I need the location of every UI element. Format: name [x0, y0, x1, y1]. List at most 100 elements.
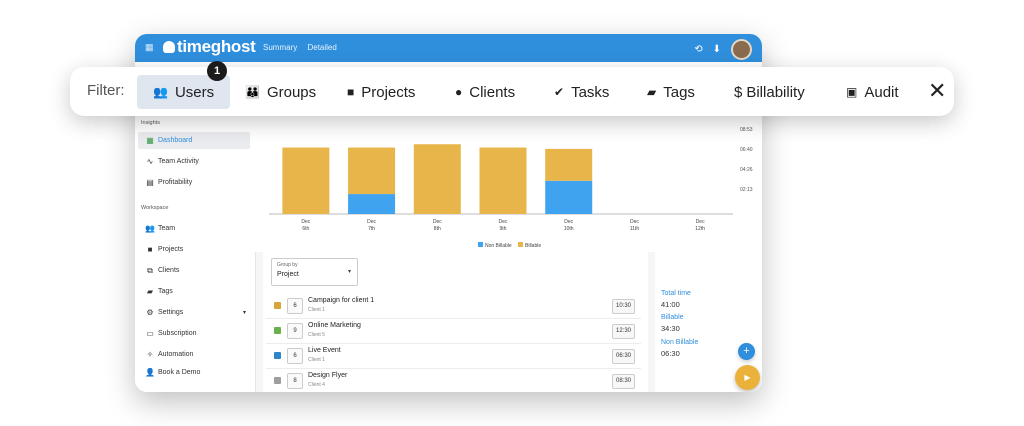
users-icon: 👥 — [153, 85, 168, 99]
legend-swatch — [478, 242, 483, 247]
sidebar-item-book-demo[interactable]: 👤 Book a Demo — [138, 364, 250, 381]
nonbillable-value: 06:30 — [661, 349, 680, 358]
project-color-swatch — [274, 327, 281, 334]
ghost-logo-icon — [163, 41, 175, 53]
legend-swatch — [518, 242, 523, 247]
total-time-label: Total time — [661, 290, 691, 297]
top-nav: Summary Detailed — [263, 43, 345, 52]
clients-icon: ⧉ — [147, 265, 153, 275]
sidebar-item-profitability[interactable]: ▤ Profitability — [138, 174, 250, 191]
x-tick-label: Dec — [564, 219, 573, 225]
add-button[interactable]: + — [738, 343, 755, 360]
filter-audit[interactable]: ▣ Audit — [846, 75, 899, 109]
x-tick-label: Dec — [630, 219, 639, 225]
sidebar-item-team-activity[interactable]: ∿ Team Activity — [138, 153, 250, 170]
nav-detailed[interactable]: Detailed — [307, 43, 336, 52]
filter-billability[interactable]: $ Billability — [734, 75, 805, 109]
legend-label: Billable — [525, 243, 541, 249]
nav-summary[interactable]: Summary — [263, 43, 297, 52]
monitor-icon: ▭ — [146, 329, 154, 338]
filter-clients[interactable]: ● Clients — [455, 75, 515, 109]
y-tick-label: 02:13 — [740, 187, 753, 193]
bar-non-billable — [348, 194, 396, 214]
top-right-actions: ⟲ ⬇ — [694, 39, 752, 60]
x-tick-label: 10th — [564, 226, 574, 232]
groupby-value: Project — [277, 271, 299, 278]
x-tick-label: 11th — [630, 226, 640, 232]
logo[interactable]: timeghost — [163, 37, 256, 57]
x-tick-label: 6th — [302, 226, 309, 232]
chart-icon: ▤ — [146, 178, 154, 187]
close-icon[interactable]: ✕ — [928, 78, 946, 104]
top-bar: ▦ timeghost Summary Detailed ⟲ ⬇ — [135, 34, 762, 62]
filter-count-badge: 1 — [207, 61, 227, 81]
x-tick-label: 8th — [434, 226, 441, 232]
project-row[interactable]: 6 Campaign for client 1 Client 1 10:30 — [266, 294, 641, 319]
project-entry-count: 6 — [287, 298, 303, 314]
sidebar-item-team[interactable]: 👥 Team — [138, 220, 250, 237]
project-row[interactable]: 9 Online Marketing Client 5 12:30 — [266, 319, 641, 344]
x-tick-label: 9th — [500, 226, 507, 232]
download-icon[interactable]: ⬇ — [713, 44, 721, 55]
bar-billable — [545, 148, 593, 181]
chevron-down-icon: ▾ — [347, 269, 351, 275]
y-tick-label: 08:53 — [740, 127, 753, 133]
x-tick-label: Dec — [367, 219, 376, 225]
sidebar-item-automation[interactable]: ✧ Automation — [138, 346, 250, 363]
audit-icon: ▣ — [846, 85, 858, 99]
project-name: Campaign for client 1 — [308, 297, 375, 304]
history-icon[interactable]: ⟲ — [694, 44, 702, 55]
project-row[interactable]: 8 Design Flyer Client 4 08:30 — [266, 369, 641, 392]
projects-panel: Group by Project ▾ 6 Campaign for client… — [263, 252, 648, 392]
chevron-down-icon[interactable]: ▾ — [243, 309, 246, 316]
project-time: 12:30 — [612, 324, 635, 339]
bar-billable — [413, 144, 461, 214]
project-time: 06:30 — [612, 349, 635, 364]
project-name: Online Marketing — [308, 322, 361, 329]
project-entry-count: 9 — [287, 323, 303, 339]
project-time: 10:30 — [612, 299, 635, 314]
total-time-value: 41:00 — [661, 300, 680, 309]
filter-bar: Filter: 👥 Users 1 👪 Groups ■ Projects ● Clie… — [70, 61, 954, 116]
project-color-swatch — [274, 352, 281, 359]
team-icon: 👥 — [145, 224, 155, 233]
avatar[interactable] — [731, 39, 752, 60]
folder-icon: ■ — [147, 245, 153, 254]
sidebar-item-clients[interactable]: ⧉ Clients — [138, 262, 250, 279]
billable-value: 34:30 — [661, 324, 680, 333]
folder-icon: ■ — [347, 85, 355, 99]
bar-billable — [348, 147, 396, 195]
activity-icon: ∿ — [146, 157, 154, 166]
sidebar-item-settings[interactable]: ⚙ Settings ▾ — [138, 304, 250, 321]
filter-tasks[interactable]: ✔ Tasks — [554, 75, 609, 109]
groups-icon: 👪 — [245, 85, 260, 99]
person-icon: ● — [455, 85, 463, 99]
dollar-icon: $ — [734, 83, 743, 101]
x-tick-label: Dec — [499, 219, 508, 225]
sidebar-item-subscription[interactable]: ▭ Subscription — [138, 325, 250, 342]
nonbillable-label: Non Billable — [661, 339, 699, 346]
sidebar-item-tags[interactable]: ▰ Tags — [138, 283, 250, 300]
x-tick-label: Dec — [696, 219, 705, 225]
project-row[interactable]: 6 Live Event Client 1 06:30 — [266, 344, 641, 369]
bar-billable — [479, 147, 527, 214]
filter-groups[interactable]: 👪 Groups — [245, 75, 316, 109]
apps-grid-icon[interactable]: ▦ — [145, 42, 154, 53]
project-client: Client 1 — [308, 307, 325, 313]
project-time: 08:30 — [612, 374, 635, 389]
bar-billable — [282, 147, 330, 214]
x-tick-label: 12th — [695, 226, 705, 232]
filter-tags[interactable]: ▰ Tags — [647, 75, 695, 109]
section-insights: Insights — [141, 120, 160, 126]
x-tick-label: Dec — [433, 219, 442, 225]
start-timer-button[interactable]: ▶ — [735, 365, 760, 390]
groupby-select[interactable]: Group by Project ▾ — [271, 258, 358, 286]
y-tick-label: 04:26 — [740, 167, 753, 173]
project-client: Client 4 — [308, 382, 325, 388]
sidebar-item-projects[interactable]: ■ Projects — [138, 241, 250, 258]
filter-projects[interactable]: ■ Projects — [347, 75, 415, 109]
project-client: Client 5 — [308, 332, 325, 338]
sidebar-item-dashboard[interactable]: ▦ Dashboard — [138, 132, 250, 149]
tag-icon: ▰ — [146, 287, 154, 296]
project-color-swatch — [274, 377, 281, 384]
